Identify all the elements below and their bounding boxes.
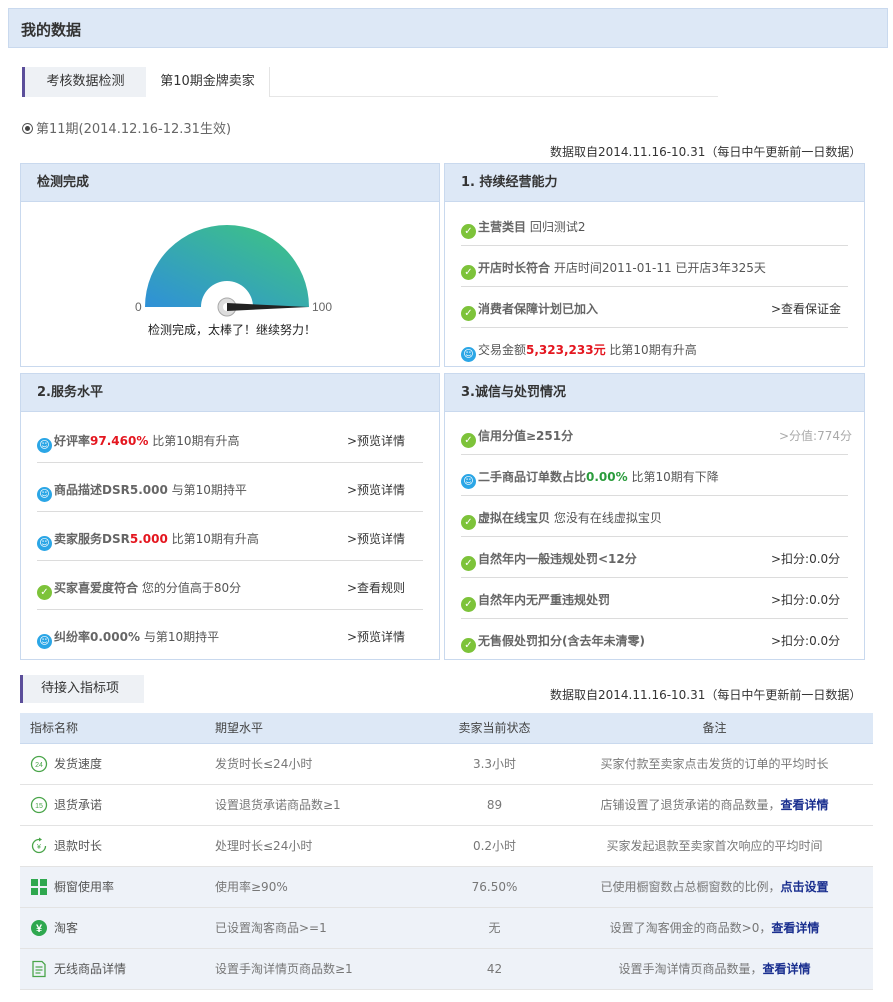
check-icon: ✓ xyxy=(461,556,476,571)
data-source-note-2: 数据取自2014.11.16-10.31（每日中午更新前一日数据） xyxy=(550,688,862,702)
row-dispute-rate: ☺ 纠纷率0.000% 与第10期持平 >预览详情 xyxy=(37,615,423,659)
view-rules-link[interactable]: >查看规则 xyxy=(347,579,405,596)
panel-operation-title: 1. 持续经营能力 xyxy=(445,164,864,202)
radio-icon[interactable] xyxy=(22,123,33,134)
smile-icon: ☺ xyxy=(37,634,52,649)
gauge-max: 100 xyxy=(312,300,332,314)
deduction-link[interactable]: >扣分:0.0分 xyxy=(771,550,840,567)
row-credit-score: ✓ 信用分值≥251分 >分值:774分 xyxy=(461,414,852,455)
table-row: 15 退货承诺 设置退货承诺商品数≥1 89 店铺设置了退货承诺的商品数量，查看详… xyxy=(20,784,873,826)
yen-icon: ¥ xyxy=(31,919,47,936)
gauge: 0 100 检测完成，太棒了！继续努力！ xyxy=(21,204,443,364)
row-counterfeit: ✓ 无售假处罚扣分(含去年未清零) >扣分:0.0分 xyxy=(461,619,848,660)
svg-text:15: 15 xyxy=(35,803,43,810)
deduction-link[interactable]: >扣分:0.0分 xyxy=(771,591,840,608)
check-icon: ✓ xyxy=(461,515,476,530)
smile-icon: ☺ xyxy=(461,474,476,489)
row-consumer-protection: ✓ 消费者保障计划已加入 >查看保证金 xyxy=(461,287,848,328)
15-day-icon: 15 xyxy=(30,796,48,813)
col-expected: 期望水平 xyxy=(203,713,433,744)
table-row: 无线商品详情 设置手淘详情页商品数≥1 42 设置手淘详情页商品数量，查看详情 xyxy=(20,948,873,990)
credit-score-value: >分值:774分 xyxy=(779,429,853,443)
tab-check-data[interactable]: 考核数据检测 xyxy=(22,67,146,97)
smile-icon: ☺ xyxy=(461,347,476,362)
table-row: ¥ 退款时长 处理时长≤24小时 0.2小时 买家发起退款至卖家首次响应的平均时间 xyxy=(20,825,873,867)
preview-detail-link[interactable]: >预览详情 xyxy=(347,432,405,449)
svg-text:¥: ¥ xyxy=(37,844,41,851)
panel-check: 检测完成 0 100 检测完成，太棒了！继续努力！ xyxy=(20,163,440,367)
svg-text:24: 24 xyxy=(35,762,43,769)
row-shop-age: ✓ 开店时长符合 开店时间2011-01-11 已开店3年325天 xyxy=(461,246,848,287)
col-metric-name: 指标名称 xyxy=(20,713,203,744)
check-icon: ✓ xyxy=(461,597,476,612)
view-detail-link[interactable]: 查看详情 xyxy=(763,962,811,976)
gauge-arc xyxy=(145,225,309,307)
page-title: 我的数据 xyxy=(21,21,82,39)
svg-text:¥: ¥ xyxy=(36,923,43,935)
pending-section-title: 待接入指标项 xyxy=(20,675,144,703)
table-row: 24 发货速度 发货时长≤24小时 3.3小时 买家付款至卖家点击发货的订单的平均… xyxy=(20,743,873,785)
period-selector[interactable]: 第11期(2014.12.16-12.31生效) xyxy=(22,118,231,137)
row-buyer-favor: ✓ 买家喜爱度符合 您的分值高于80分 >查看规则 xyxy=(37,566,423,610)
pending-metrics-table: 指标名称 期望水平 卖家当前状态 备注 24 发货速度 发货时长≤24小时 3.3… xyxy=(20,713,873,990)
document-icon xyxy=(32,960,46,977)
data-source-note: 数据取自2014.11.16-10.31（每日中午更新前一日数据） xyxy=(550,145,862,159)
click-settings-link[interactable]: 点击设置 xyxy=(781,880,829,894)
table-row: ¥ 淘客 已设置淘客商品>=1 无 设置了淘客佣金的商品数>0，查看详情 xyxy=(20,907,873,949)
panel-check-title: 检测完成 xyxy=(21,164,439,202)
tab-bar: 考核数据检测 第10期金牌卖家 xyxy=(22,67,718,97)
check-icon: ✓ xyxy=(461,433,476,448)
smile-icon: ☺ xyxy=(37,487,52,502)
check-icon: ✓ xyxy=(37,585,52,600)
row-trade-amount: ☺ 交易金额5,323,233元 比第10期有升高 xyxy=(461,328,848,369)
page-header: 我的数据 xyxy=(8,8,888,48)
gauge-message: 检测完成，太棒了！继续努力！ xyxy=(147,323,316,337)
row-main-category: ✓ 主营类目 回归测试2 xyxy=(461,205,848,246)
col-note: 备注 xyxy=(556,713,873,744)
smile-icon: ☺ xyxy=(37,438,52,453)
panel-service-title: 2.服务水平 xyxy=(21,374,439,412)
preview-detail-link[interactable]: >预览详情 xyxy=(347,628,405,645)
panel-operation: 1. 持续经营能力 ✓ 主营类目 回归测试2 ✓ 开店时长符合 开店时间2011-0… xyxy=(444,163,865,367)
window-grid-icon xyxy=(31,878,47,895)
panel-integrity: 3.诚信与处罚情况 ✓ 信用分值≥251分 >分值:774分 ☺ 二手商品订单数占比… xyxy=(444,373,865,660)
view-deposit-link[interactable]: >查看保证金 xyxy=(771,300,841,317)
refund-clock-icon: ¥ xyxy=(31,837,47,853)
period-label: 第11期(2014.12.16-12.31生效) xyxy=(36,122,232,137)
smile-icon: ☺ xyxy=(37,536,52,551)
check-icon: ✓ xyxy=(461,638,476,653)
row-service-dsr: ☺ 卖家服务DSR5.000 比第10期有升高 >预览详情 xyxy=(37,517,423,561)
row-good-rate: ☺ 好评率97.460% 比第10期有升高 >预览详情 xyxy=(37,419,423,463)
deduction-link[interactable]: >扣分:0.0分 xyxy=(771,632,840,649)
gauge-min: 0 xyxy=(135,300,142,314)
row-general-violation: ✓ 自然年内一般违规处罚<12分 >扣分:0.0分 xyxy=(461,537,848,578)
gauge-chart: 0 100 xyxy=(135,225,332,317)
panel-service: 2.服务水平 ☺ 好评率97.460% 比第10期有升高 >预览详情 ☺ 商品描述D… xyxy=(20,373,440,660)
table-row: 橱窗使用率 使用率≥90% 76.50% 已使用橱窗数占总橱窗数的比例，点击设置 xyxy=(20,866,873,908)
panel-integrity-title: 3.诚信与处罚情况 xyxy=(445,374,864,412)
24h-clock-icon: 24 xyxy=(30,755,48,772)
view-detail-link[interactable]: 查看详情 xyxy=(771,921,819,935)
row-desc-dsr: ☺ 商品描述DSR5.000 与第10期持平 >预览详情 xyxy=(37,468,423,512)
preview-detail-link[interactable]: >预览详情 xyxy=(347,530,405,547)
row-secondhand-ratio: ☺ 二手商品订单数占比0.00% 比第10期有下降 xyxy=(461,455,848,496)
check-icon: ✓ xyxy=(461,306,476,321)
row-virtual-items: ✓ 虚拟在线宝贝 您没有在线虚拟宝贝 xyxy=(461,496,848,537)
table-header-row: 指标名称 期望水平 卖家当前状态 备注 xyxy=(20,713,873,744)
row-serious-violation: ✓ 自然年内无严重违规处罚 >扣分:0.0分 xyxy=(461,578,848,619)
col-status: 卖家当前状态 xyxy=(433,713,556,744)
check-icon: ✓ xyxy=(461,224,476,239)
check-icon: ✓ xyxy=(461,265,476,280)
tab-gold-seller[interactable]: 第10期金牌卖家 xyxy=(146,67,270,97)
preview-detail-link[interactable]: >预览详情 xyxy=(347,481,405,498)
view-detail-link[interactable]: 查看详情 xyxy=(781,798,829,812)
